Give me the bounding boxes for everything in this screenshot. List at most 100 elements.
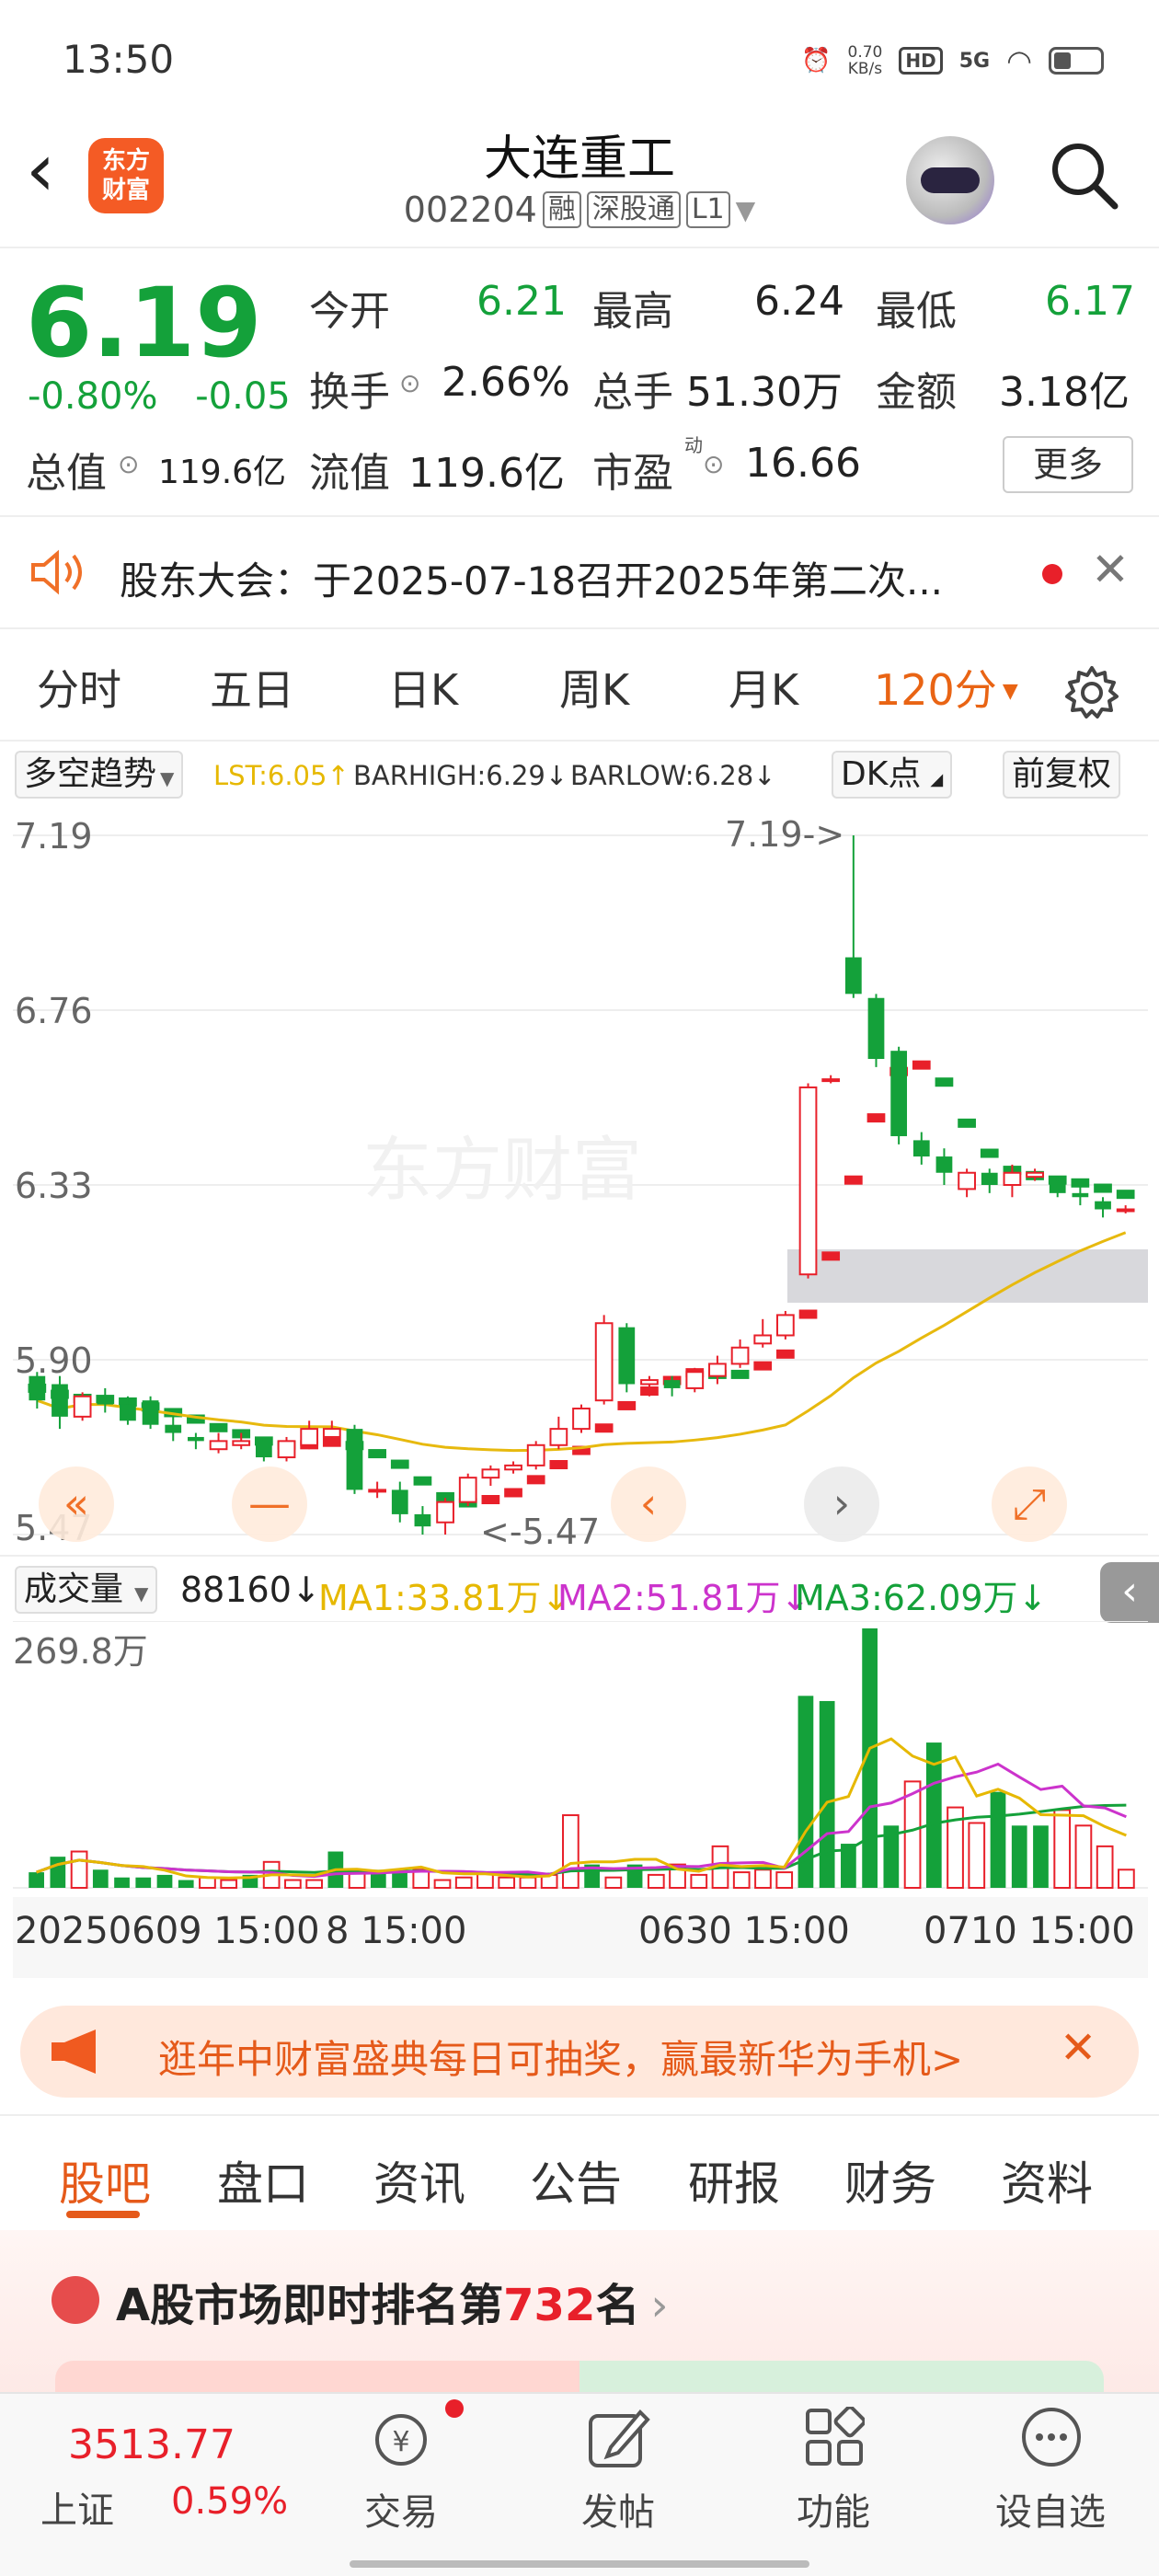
ma3-value: MA3:62.09万↓ [795,1570,1047,1620]
tab-forum[interactable]: 股吧 [59,2147,151,2214]
fast-back-button[interactable]: « [39,1466,114,1542]
adjust-selector[interactable]: 前复权 [1003,751,1121,799]
trend-segment [958,1118,976,1128]
net-speed: 0.70 KB/s [848,44,883,77]
promo-text[interactable]: 逛年中财富盛典每日可抽奖，赢最新华为手机> [158,2029,963,2085]
nav-trade[interactable]: 交易 [364,2482,438,2536]
price-tick-label: 7.19 [15,816,93,857]
candle-body [255,1441,272,1458]
index-change[interactable]: 0.59% [171,2480,288,2523]
volume-bar [454,1876,473,1890]
nav-post[interactable]: 发帖 [581,2482,655,2536]
post-icon[interactable] [585,2405,651,2471]
candle-body [572,1408,591,1431]
volume-bar [114,1877,130,1888]
tab-monthly-k[interactable]: 月K [729,644,798,736]
candle-body [165,1424,182,1433]
candlestick-chart[interactable]: 东方财富 7.196.766.335.905.47 7.19-> <-5.47 [13,808,1148,1558]
info-icon[interactable]: ⊙ [703,449,724,479]
settings-gear-icon[interactable] [1063,664,1120,721]
volume-selector[interactable]: 成交量 ▼ [15,1566,158,1614]
tab-five-day[interactable]: 五日 [210,644,294,736]
tab-120min[interactable]: 120分 ▼ [874,644,1018,738]
home-indicator[interactable] [350,2560,809,2568]
net-speed-value: 0.70 [847,43,883,62]
nav-add-watchlist[interactable]: 设自选 [995,2482,1106,2536]
ma2-text: MA2:51.81万 [557,1578,781,1618]
arrow-up-icon: ↑ [327,760,350,791]
tab-news[interactable]: 资讯 [373,2147,465,2214]
tab-research[interactable]: 研报 [688,2147,780,2214]
volume-bar [50,1857,66,1888]
notice-text[interactable]: 股东大会：于2025-07-18召开2025年第二次... [120,550,943,606]
caret-down-icon: ▼ [134,1582,149,1604]
functions-grid-icon[interactable] [804,2407,865,2467]
step-forward-button[interactable]: › [804,1466,879,1542]
collapse-panel-button[interactable]: ‹ [1100,1562,1159,1623]
tab-daily-k[interactable]: 日K [388,644,458,736]
candle-body [1095,1201,1111,1210]
dropdown-icon[interactable]: ▼ [736,195,756,225]
tab-orderbook[interactable]: 盘口 [217,2147,309,2214]
more-dots-icon[interactable] [1019,2405,1084,2469]
pe-value: 16.66 [745,440,861,487]
step-back-button[interactable]: ‹ [611,1466,686,1542]
dk-point-selector[interactable]: DK点 ◢ [832,751,953,799]
volume-bar [199,1876,216,1890]
volume-bar [433,1879,452,1890]
assistant-robot-icon[interactable] [906,136,994,224]
volume-current: 88160↓ [180,1570,321,1610]
volume-chart[interactable]: 269.8万 [13,1621,1148,1897]
volume-bar [1033,1825,1049,1888]
date-axis: 20250609 15:00 8 15:00 0630 15:00 0710 1… [13,1897,1148,1978]
volume-bar [690,1873,708,1889]
high-label: 最高 [592,288,673,335]
candle-body [821,1078,841,1083]
tab-financials[interactable]: 财务 [844,2147,936,2214]
search-icon[interactable] [1047,138,1120,212]
nav-functions[interactable]: 功能 [797,2482,870,2536]
tab-profile[interactable]: 资料 [1001,2147,1093,2214]
low-value: 6.17 [1045,278,1135,325]
price-tick-label: 6.76 [15,991,93,1031]
candle-body [300,1428,319,1446]
candle-body [730,1346,750,1365]
tab-intraday[interactable]: 分时 [37,644,121,736]
tag-connect: 深股通 [586,191,681,228]
candle-body [1003,1171,1022,1186]
info-icon[interactable]: ⊙ [399,368,420,398]
open-value: 6.21 [476,278,567,325]
close-notice-button[interactable]: ✕ [1091,543,1130,596]
zoom-out-button[interactable]: — [232,1466,307,1542]
trend-segment [935,1077,954,1087]
min-price-marker: <-5.47 [480,1512,600,1552]
float-value: 119.6亿 [408,450,565,497]
tab-announcements[interactable]: 公告 [530,2147,622,2214]
candle-body [1116,1208,1135,1213]
volume-current-text: 88160 [180,1570,292,1610]
rank-text[interactable]: A股市场即时排名第732名 › [116,2269,669,2333]
candle-body [798,1086,818,1276]
tab-weekly-k[interactable]: 周K [559,644,629,736]
fullscreen-button[interactable]: ⤢ [992,1466,1067,1542]
candle-body [368,1489,386,1493]
candle-body [618,1327,636,1385]
candle-body [708,1363,727,1377]
volume-bar [135,1877,152,1888]
amount-label: 金额 [876,369,957,416]
volume-bar [990,1791,1006,1888]
volume-selector-label: 成交量 [24,1570,124,1608]
index-name[interactable]: 上证 [40,2480,114,2534]
more-button[interactable]: 更多 [1003,436,1133,493]
candle-body [481,1468,500,1479]
close-promo-button[interactable]: ✕ [1060,2022,1096,2074]
arrow-down-icon: ↓ [545,760,568,791]
indicator-selector[interactable]: 多空趋势 ▼ [15,751,184,799]
active-tab-indicator [66,2211,140,2218]
trade-icon[interactable]: ¥ [366,2399,464,2467]
battery-icon [1049,47,1104,75]
candle-body [912,1140,930,1157]
volume-bar [775,1871,794,1889]
index-value[interactable]: 3513.77 [68,2421,235,2468]
info-icon[interactable]: ⊙ [118,449,139,479]
